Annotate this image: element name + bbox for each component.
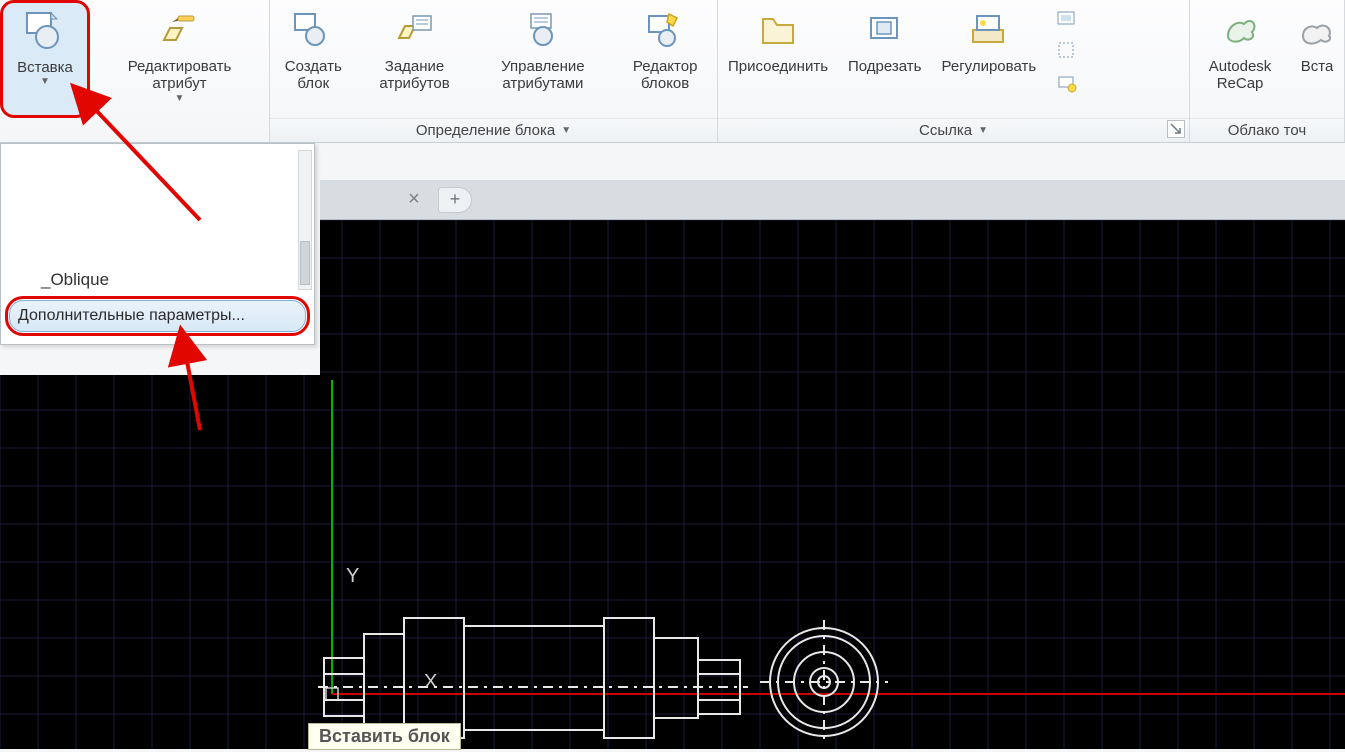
edit-attribute-label: Редактировать атрибут [100, 58, 259, 93]
ribbon-group-reference: Присоединить Подрезать [718, 0, 1190, 142]
recap-label: Autodesk ReCap [1200, 58, 1280, 93]
vsta-button[interactable]: Вста [1290, 0, 1344, 118]
attach-icon [754, 6, 802, 54]
reference-dialog-launcher[interactable] [1167, 120, 1185, 138]
clip-label: Подрезать [848, 58, 921, 75]
tab-close-button[interactable]: × [400, 186, 428, 214]
chevron-down-icon: ▼ [40, 76, 50, 87]
block-editor-button[interactable]: Редактор блоков [613, 0, 717, 118]
ucs-x-label: X [424, 671, 437, 693]
panel-title-blockdef[interactable]: Определение блока ▼ [270, 118, 717, 142]
create-block-button[interactable]: Создать блок [270, 0, 357, 118]
insert-button[interactable]: Вставка ▼ [0, 0, 90, 118]
close-icon: × [408, 188, 420, 211]
more-options-label: Дополнительные параметры... [18, 307, 245, 324]
tooltip-insert-block: Вставить блок [308, 723, 461, 750]
create-block-icon [289, 6, 337, 54]
preview-label: _Oblique [41, 270, 109, 290]
attach-button[interactable]: Присоединить [718, 0, 838, 118]
ucs-y-label: Y [346, 565, 359, 587]
snap-underlay-button[interactable] [1054, 70, 1080, 96]
create-block-label: Создать блок [280, 58, 347, 93]
dropdown-block-preview[interactable]: _Oblique [1, 144, 314, 294]
dropdown-scrollbar[interactable] [298, 150, 312, 290]
chevron-down-icon: ▼ [978, 125, 988, 136]
recap-button[interactable]: Autodesk ReCap [1190, 0, 1290, 118]
drawing-endview [760, 620, 888, 744]
xref-frame-button[interactable] [1054, 38, 1080, 64]
define-attributes-icon [391, 6, 439, 54]
manage-attributes-button[interactable]: Управление атрибутами [473, 0, 614, 118]
scrollbar-thumb[interactable] [300, 241, 310, 285]
define-attributes-label: Задание атрибутов [367, 58, 463, 93]
panel-title-reference[interactable]: Ссылка ▼ [718, 118, 1189, 142]
insert-dropdown: _Oblique Дополнительные параметры... [0, 143, 315, 345]
plus-icon: + [450, 189, 461, 210]
panel-title-pointcloud-label: Облако точ [1228, 122, 1306, 139]
tooltip-title: Вставить блок [319, 726, 450, 746]
panel-title-pointcloud[interactable]: Облако точ [1190, 118, 1344, 142]
ribbon-group-blockdef: Создать блок Задание атрибутов [270, 0, 718, 142]
panel-title-reference-label: Ссылка [919, 122, 972, 139]
define-attributes-button[interactable]: Задание атрибутов [357, 0, 473, 118]
more-options-item[interactable]: Дополнительные параметры... [9, 300, 306, 332]
block-editor-label: Редактор блоков [623, 58, 707, 93]
attach-label: Присоединить [728, 58, 828, 75]
edit-attribute-button[interactable]: Редактировать атрибут ▼ [90, 0, 269, 118]
file-tabs: × + [320, 180, 1345, 220]
tab-new-button[interactable]: + [438, 187, 472, 213]
manage-attributes-label: Управление атрибутами [483, 58, 604, 93]
adjust-label: Регулировать [942, 58, 1037, 75]
chevron-down-icon: ▼ [561, 125, 571, 136]
ribbon: Вставка ▼ Редактировать атрибут ▼ [0, 0, 1345, 143]
underlay-layers-button[interactable] [1054, 6, 1080, 32]
ribbon-group-block: Вставка ▼ Редактировать атрибут ▼ [0, 0, 270, 142]
insert-icon [21, 7, 69, 55]
edit-attribute-icon [156, 6, 204, 54]
adjust-button[interactable]: Регулировать [932, 0, 1047, 118]
block-editor-icon [641, 6, 689, 54]
manage-attributes-icon [519, 6, 567, 54]
cloud-icon [1293, 6, 1341, 54]
panel-title-blockdef-label: Определение блока [416, 122, 555, 139]
vsta-label: Вста [1301, 58, 1334, 75]
clip-button[interactable]: Подрезать [838, 0, 931, 118]
recap-icon [1216, 6, 1264, 54]
chevron-down-icon: ▼ [175, 93, 185, 104]
adjust-icon [965, 6, 1013, 54]
ribbon-group-pointcloud: Autodesk ReCap Вста Облако точ [1190, 0, 1345, 142]
reference-small-buttons [1050, 0, 1084, 118]
insert-label: Вставка [17, 59, 73, 76]
clip-icon [861, 6, 909, 54]
